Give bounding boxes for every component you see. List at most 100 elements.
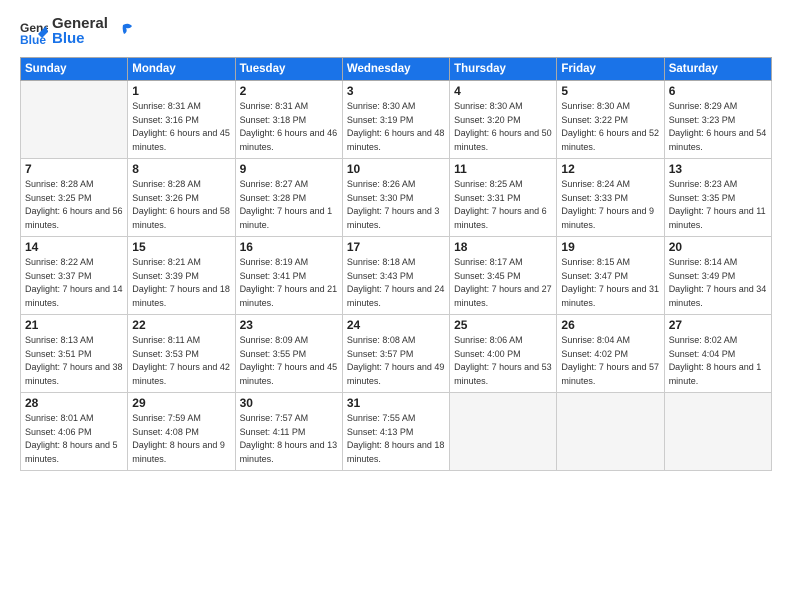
day-info: Sunrise: 8:29 AMSunset: 3:23 PMDaylight:… [669,100,767,154]
calendar-cell: 24 Sunrise: 8:08 AMSunset: 3:57 PMDayligh… [342,315,449,393]
weekday-header-sunday: Sunday [21,58,128,81]
calendar-week-row: 21 Sunrise: 8:13 AMSunset: 3:51 PMDayligh… [21,315,772,393]
calendar-cell: 20Sunrise: 8:14 AMSunset: 3:49 PMDayligh… [664,237,771,315]
day-number: 31 [347,396,445,410]
day-number: 4 [454,84,552,98]
day-info: Sunrise: 8:02 AMSunset: 4:04 PMDaylight:… [669,334,767,388]
calendar-cell: 26 Sunrise: 8:04 AMSunset: 4:02 PMDayligh… [557,315,664,393]
logo-blue: Blue [52,31,108,48]
calendar-cell: 21 Sunrise: 8:13 AMSunset: 3:51 PMDayligh… [21,315,128,393]
calendar-week-row: 14 Sunrise: 8:22 AMSunset: 3:37 PMDayligh… [21,237,772,315]
calendar-page: General Blue General Blue SundayMondayTu… [0,0,792,612]
calendar-table: SundayMondayTuesdayWednesdayThursdayFrid… [20,57,772,471]
day-info: Sunrise: 8:14 AMSunset: 3:49 PMDaylight:… [669,256,767,310]
day-info: Sunrise: 8:11 AMSunset: 3:53 PMDaylight:… [132,334,230,388]
day-number: 2 [240,84,338,98]
weekday-header-friday: Friday [557,58,664,81]
calendar-week-row: 28 Sunrise: 8:01 AMSunset: 4:06 PMDayligh… [21,393,772,471]
calendar-cell [450,393,557,471]
calendar-cell: 15Sunrise: 8:21 AMSunset: 3:39 PMDayligh… [128,237,235,315]
calendar-cell: 6 Sunrise: 8:29 AMSunset: 3:23 PMDaylight… [664,81,771,159]
day-number: 25 [454,318,552,332]
day-info: Sunrise: 8:06 AMSunset: 4:00 PMDaylight:… [454,334,552,388]
day-info: Sunrise: 7:59 AMSunset: 4:08 PMDaylight:… [132,412,230,466]
calendar-cell: 11 Sunrise: 8:25 AMSunset: 3:31 PMDayligh… [450,159,557,237]
calendar-cell: 29 Sunrise: 7:59 AMSunset: 4:08 PMDayligh… [128,393,235,471]
day-info: Sunrise: 8:25 AMSunset: 3:31 PMDaylight:… [454,178,552,232]
day-number: 10 [347,162,445,176]
day-number: 23 [240,318,338,332]
day-info: Sunrise: 8:13 AMSunset: 3:51 PMDaylight:… [25,334,123,388]
day-number: 29 [132,396,230,410]
day-number: 8 [132,162,230,176]
calendar-cell: 9 Sunrise: 8:27 AMSunset: 3:28 PMDaylight… [235,159,342,237]
day-info: Sunrise: 8:31 AMSunset: 3:16 PMDaylight:… [132,100,230,154]
day-info: Sunrise: 8:22 AMSunset: 3:37 PMDaylight:… [25,256,123,310]
day-number: 7 [25,162,123,176]
calendar-cell [21,81,128,159]
day-number: 11 [454,162,552,176]
day-info: Sunrise: 7:57 AMSunset: 4:11 PMDaylight:… [240,412,338,466]
day-info: Sunrise: 8:19 AMSunset: 3:41 PMDaylight:… [240,256,338,310]
calendar-cell: 19Sunrise: 8:15 AMSunset: 3:47 PMDayligh… [557,237,664,315]
svg-text:Blue: Blue [20,33,46,46]
calendar-cell: 28 Sunrise: 8:01 AMSunset: 4:06 PMDayligh… [21,393,128,471]
calendar-cell: 7 Sunrise: 8:28 AMSunset: 3:25 PMDaylight… [21,159,128,237]
day-number: 18 [454,240,552,254]
calendar-cell: 13Sunrise: 8:23 AMSunset: 3:35 PMDayligh… [664,159,771,237]
calendar-cell: 4 Sunrise: 8:30 AMSunset: 3:20 PMDaylight… [450,81,557,159]
day-info: Sunrise: 8:24 AMSunset: 3:33 PMDaylight:… [561,178,659,232]
weekday-header-wednesday: Wednesday [342,58,449,81]
day-number: 12 [561,162,659,176]
day-number: 24 [347,318,445,332]
header: General Blue General Blue [20,16,772,47]
day-info: Sunrise: 8:30 AMSunset: 3:22 PMDaylight:… [561,100,659,154]
day-info: Sunrise: 8:04 AMSunset: 4:02 PMDaylight:… [561,334,659,388]
calendar-cell: 17Sunrise: 8:18 AMSunset: 3:43 PMDayligh… [342,237,449,315]
calendar-cell: 5Sunrise: 8:30 AMSunset: 3:22 PMDaylight… [557,81,664,159]
calendar-cell: 22 Sunrise: 8:11 AMSunset: 3:53 PMDayligh… [128,315,235,393]
weekday-header-thursday: Thursday [450,58,557,81]
day-info: Sunrise: 8:30 AMSunset: 3:19 PMDaylight:… [347,100,445,154]
calendar-cell: 30 Sunrise: 7:57 AMSunset: 4:11 PMDayligh… [235,393,342,471]
calendar-cell [664,393,771,471]
logo-bird-icon [112,21,134,43]
calendar-week-row: 1 Sunrise: 8:31 AMSunset: 3:16 PMDaylight… [21,81,772,159]
day-number: 9 [240,162,338,176]
day-info: Sunrise: 8:08 AMSunset: 3:57 PMDaylight:… [347,334,445,388]
calendar-cell: 16 Sunrise: 8:19 AMSunset: 3:41 PMDayligh… [235,237,342,315]
logo: General Blue General Blue [20,16,134,47]
calendar-cell: 14 Sunrise: 8:22 AMSunset: 3:37 PMDayligh… [21,237,128,315]
day-info: Sunrise: 8:09 AMSunset: 3:55 PMDaylight:… [240,334,338,388]
day-number: 16 [240,240,338,254]
day-number: 3 [347,84,445,98]
day-info: Sunrise: 8:15 AMSunset: 3:47 PMDaylight:… [561,256,659,310]
day-number: 14 [25,240,123,254]
day-info: Sunrise: 8:28 AMSunset: 3:25 PMDaylight:… [25,178,123,232]
day-number: 30 [240,396,338,410]
day-info: Sunrise: 8:30 AMSunset: 3:20 PMDaylight:… [454,100,552,154]
day-number: 28 [25,396,123,410]
calendar-cell: 25 Sunrise: 8:06 AMSunset: 4:00 PMDayligh… [450,315,557,393]
calendar-cell: 2 Sunrise: 8:31 AMSunset: 3:18 PMDaylight… [235,81,342,159]
day-number: 21 [25,318,123,332]
calendar-cell [557,393,664,471]
calendar-cell: 18 Sunrise: 8:17 AMSunset: 3:45 PMDayligh… [450,237,557,315]
calendar-cell: 23 Sunrise: 8:09 AMSunset: 3:55 PMDayligh… [235,315,342,393]
calendar-cell: 12 Sunrise: 8:24 AMSunset: 3:33 PMDayligh… [557,159,664,237]
day-number: 17 [347,240,445,254]
day-number: 6 [669,84,767,98]
day-info: Sunrise: 8:01 AMSunset: 4:06 PMDaylight:… [25,412,123,466]
calendar-cell: 31Sunrise: 7:55 AMSunset: 4:13 PMDayligh… [342,393,449,471]
day-info: Sunrise: 8:26 AMSunset: 3:30 PMDaylight:… [347,178,445,232]
day-number: 26 [561,318,659,332]
calendar-cell: 27Sunrise: 8:02 AMSunset: 4:04 PMDayligh… [664,315,771,393]
day-info: Sunrise: 8:23 AMSunset: 3:35 PMDaylight:… [669,178,767,232]
day-number: 15 [132,240,230,254]
day-info: Sunrise: 8:31 AMSunset: 3:18 PMDaylight:… [240,100,338,154]
day-info: Sunrise: 8:17 AMSunset: 3:45 PMDaylight:… [454,256,552,310]
day-info: Sunrise: 8:28 AMSunset: 3:26 PMDaylight:… [132,178,230,232]
day-number: 22 [132,318,230,332]
day-info: Sunrise: 8:27 AMSunset: 3:28 PMDaylight:… [240,178,338,232]
day-number: 1 [132,84,230,98]
